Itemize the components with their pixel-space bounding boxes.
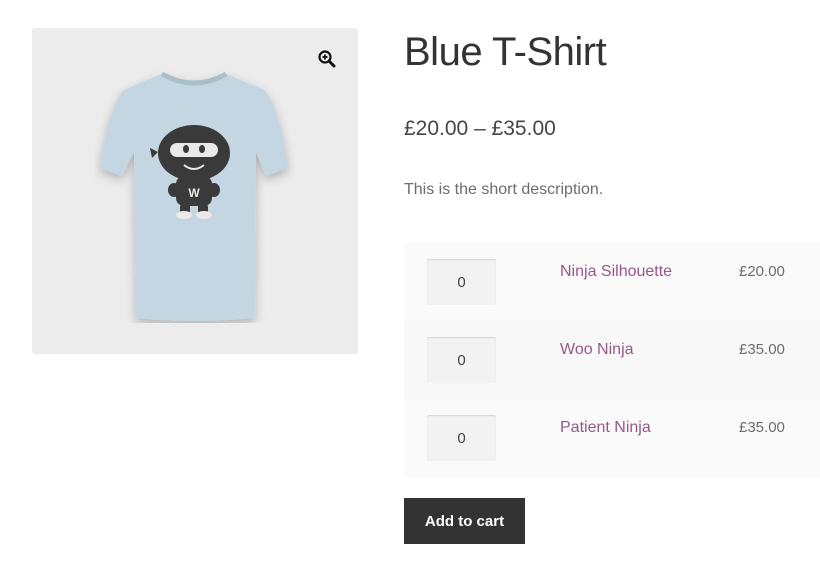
svg-text:W: W	[188, 186, 200, 200]
item-price: £20.00	[739, 263, 785, 280]
tshirt-image: W	[100, 71, 288, 321]
item-price: £35.00	[739, 419, 785, 436]
table-row: Woo Ninja £35.00	[404, 321, 820, 399]
price-range: £20.00 – £35.00	[404, 117, 556, 140]
item-price: £35.00	[739, 341, 785, 358]
product-link[interactable]: Ninja Silhouette	[560, 263, 672, 281]
grouped-products-table: Ninja Silhouette £20.00 Woo Ninja £35.00…	[404, 243, 820, 477]
product-link[interactable]: Woo Ninja	[560, 341, 634, 359]
product-link[interactable]: Patient Ninja	[560, 419, 651, 437]
product-title: Blue T-Shirt	[404, 30, 607, 74]
zoom-in-icon[interactable]	[316, 48, 338, 70]
short-description: This is the short description.	[404, 181, 604, 198]
quantity-input[interactable]	[427, 337, 496, 383]
quantity-input[interactable]	[427, 415, 496, 461]
quantity-input[interactable]	[427, 259, 496, 305]
table-row: Ninja Silhouette £20.00	[404, 243, 820, 321]
product-summary: Blue T-Shirt £20.00 – £35.00 This is the…	[404, 0, 820, 572]
add-to-cart-button[interactable]: Add to cart	[404, 498, 525, 544]
table-row: Patient Ninja £35.00	[404, 399, 820, 477]
product-image[interactable]: W	[32, 28, 358, 354]
